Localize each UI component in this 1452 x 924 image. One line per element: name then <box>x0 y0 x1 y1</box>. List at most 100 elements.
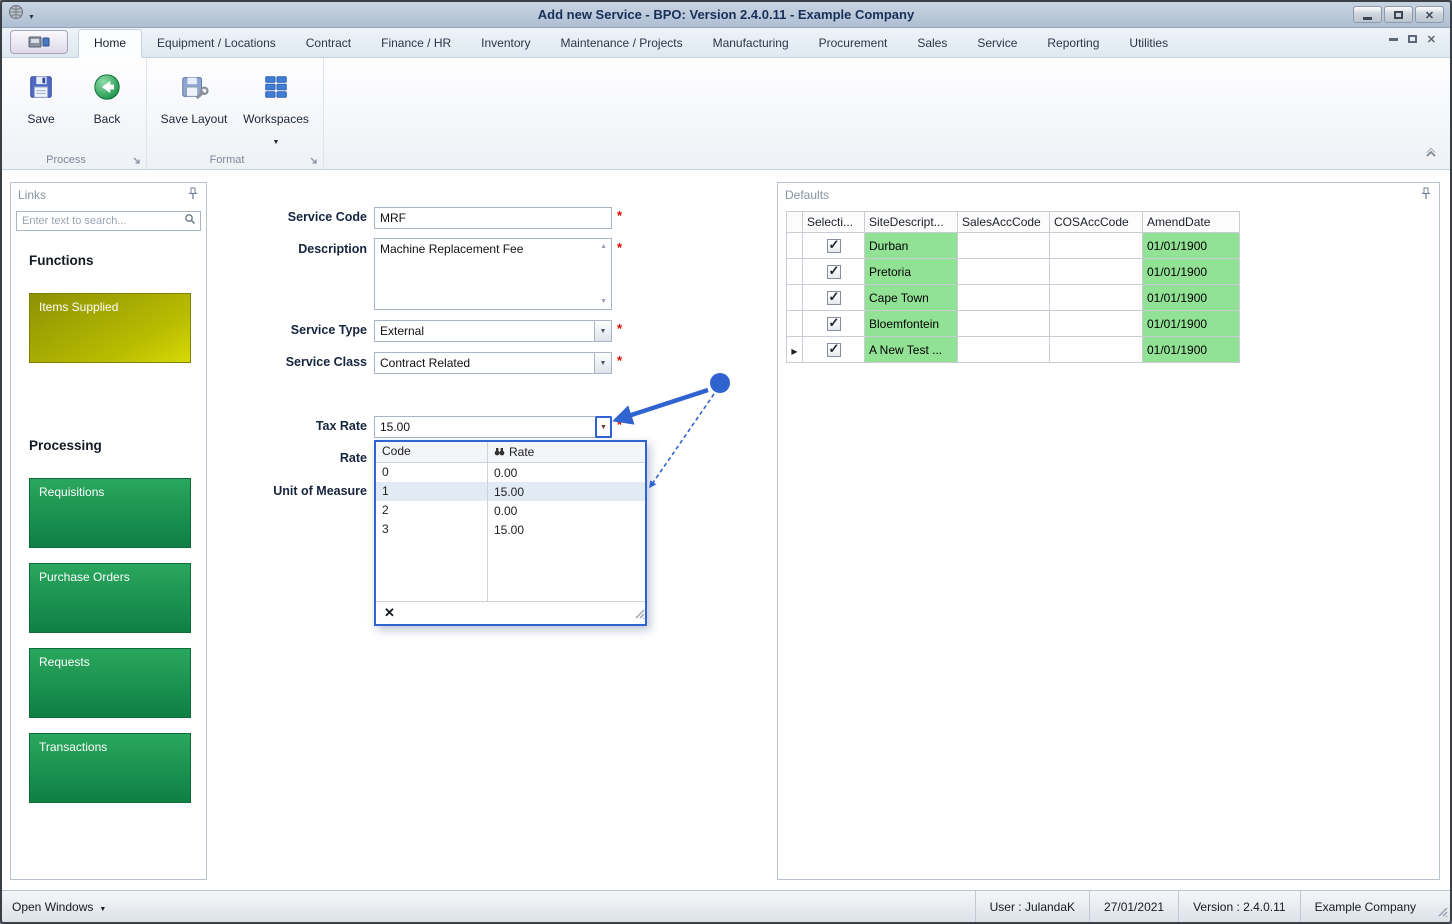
workspaces-button[interactable]: Workspaces <box>237 70 315 149</box>
service-type-combo[interactable]: External <box>374 320 612 342</box>
workspaces-dropdown-icon[interactable] <box>273 131 280 149</box>
find-icon <box>494 445 505 459</box>
tax-rate-combo[interactable]: 15.00 <box>374 416 612 438</box>
unit-of-measure-label: Unit of Measure <box>273 484 367 498</box>
app-window: Add new Service - BPO: Version 2.4.0.11 … <box>0 0 1452 924</box>
lookup-row[interactable]: 0 0.00 <box>376 463 645 482</box>
lookup-row-selected[interactable]: 1 15.00 <box>376 482 645 501</box>
tab-manufacturing[interactable]: Manufacturing <box>698 30 804 57</box>
workspace: Links Functions Items Supplied Processin… <box>2 170 1450 890</box>
column-sales-acc-code[interactable]: SalesAccCode <box>958 212 1050 233</box>
pin-icon[interactable] <box>1420 187 1432 203</box>
tab-service[interactable]: Service <box>962 30 1032 57</box>
tile-requests[interactable]: Requests <box>29 648 191 718</box>
lookup-row[interactable]: 2 0.00 <box>376 501 645 520</box>
format-dialog-launcher-icon[interactable] <box>309 154 320 165</box>
open-windows-button[interactable]: Open Windows <box>12 900 106 914</box>
status-date: 27/01/2021 <box>1089 891 1178 922</box>
tab-utilities[interactable]: Utilities <box>1114 30 1183 57</box>
save-label: Save <box>27 112 55 126</box>
defaults-row[interactable]: Cape Town 01/01/1900 <box>787 285 1240 311</box>
lookup-row[interactable]: 3 15.00 <box>376 520 645 539</box>
titlebar: Add new Service - BPO: Version 2.4.0.11 … <box>2 2 1450 28</box>
ribbon-tab-row: Home Equipment / Locations Contract Fina… <box>2 28 1450 58</box>
tax-rate-lookup-popup: Code Rate 0 0.00 1 15.00 2 0.00 3 15.00 … <box>374 440 647 626</box>
child-close-icon[interactable] <box>1427 30 1436 48</box>
links-search <box>16 211 201 231</box>
tax-rate-label: Tax Rate <box>315 419 367 433</box>
defaults-row[interactable]: Pretoria 01/01/1900 <box>787 259 1240 285</box>
description-textarea[interactable]: Machine Replacement Fee <box>374 238 612 310</box>
search-input[interactable] <box>17 215 184 227</box>
column-selection[interactable]: Selecti... <box>803 212 865 233</box>
process-dialog-launcher-icon[interactable] <box>132 154 143 165</box>
tab-finance-hr[interactable]: Finance / HR <box>366 30 466 57</box>
collapse-ribbon-icon[interactable] <box>1424 145 1438 163</box>
tab-reporting[interactable]: Reporting <box>1032 30 1114 57</box>
lookup-close-button[interactable] <box>384 604 395 622</box>
defaults-grid: Selecti... SiteDescript... SalesAccCode … <box>786 211 1240 363</box>
tab-home[interactable]: Home <box>78 29 143 58</box>
back-button[interactable]: Back <box>76 70 138 149</box>
required-marker: * <box>617 321 623 336</box>
service-code-input[interactable] <box>374 207 612 229</box>
service-type-dropdown-icon[interactable] <box>594 321 611 341</box>
application-menu-button[interactable] <box>10 30 68 54</box>
required-marker: * <box>617 240 623 255</box>
tile-transactions[interactable]: Transactions <box>29 733 191 803</box>
selection-checkbox[interactable] <box>826 263 841 279</box>
close-icon <box>1425 6 1434 24</box>
statusbar: Open Windows User : JulandaK 27/01/2021 … <box>2 890 1450 922</box>
window-resize-grip-icon[interactable] <box>1434 903 1448 920</box>
service-class-dropdown-icon[interactable] <box>594 353 611 373</box>
tab-maintenance-projects[interactable]: Maintenance / Projects <box>546 30 698 57</box>
defaults-panel-title: Defaults <box>785 188 830 202</box>
required-marker: * <box>617 353 623 368</box>
defaults-row[interactable]: Durban 01/01/1900 <box>787 233 1240 259</box>
scroll-down-icon[interactable] <box>600 298 607 305</box>
selection-checkbox[interactable] <box>826 289 841 305</box>
resize-grip-icon[interactable] <box>632 606 645 624</box>
app-icon <box>8 4 24 25</box>
column-amend-date[interactable]: AmendDate <box>1143 212 1240 233</box>
back-label: Back <box>93 112 121 126</box>
ribbon: Save Back Process Save Layout Workspaces… <box>2 58 1450 170</box>
pin-icon[interactable] <box>187 187 199 203</box>
selection-checkbox[interactable] <box>826 315 841 331</box>
functions-heading: Functions <box>29 253 94 268</box>
tab-contract[interactable]: Contract <box>291 30 366 57</box>
minimize-button[interactable] <box>1353 6 1382 23</box>
tab-inventory[interactable]: Inventory <box>466 30 545 57</box>
tab-sales[interactable]: Sales <box>902 30 962 57</box>
save-button[interactable]: Save <box>10 70 72 149</box>
ribbon-group-format-caption: Format <box>209 154 245 166</box>
tile-requisitions[interactable]: Requisitions <box>29 478 191 548</box>
bpo-logo-icon <box>28 36 50 48</box>
tax-rate-dropdown-icon[interactable] <box>595 416 612 438</box>
maximize-button[interactable] <box>1384 6 1413 23</box>
tile-purchase-orders[interactable]: Purchase Orders <box>29 563 191 633</box>
column-cos-acc-code[interactable]: COSAccCode <box>1050 212 1143 233</box>
lookup-column-rate[interactable]: Rate <box>488 442 645 462</box>
save-layout-label: Save Layout <box>160 112 228 126</box>
tab-equipment-locations[interactable]: Equipment / Locations <box>142 30 291 57</box>
close-button[interactable] <box>1415 6 1444 23</box>
lookup-column-code[interactable]: Code <box>376 442 488 462</box>
tab-procurement[interactable]: Procurement <box>804 30 903 57</box>
service-class-combo[interactable]: Contract Related <box>374 352 612 374</box>
defaults-row[interactable]: Bloemfontein 01/01/1900 <box>787 311 1240 337</box>
column-site-description[interactable]: SiteDescript... <box>865 212 958 233</box>
tile-items-supplied[interactable]: Items Supplied <box>29 293 191 363</box>
child-restore-icon[interactable] <box>1407 35 1417 43</box>
quick-access-caret-icon[interactable] <box>28 6 35 24</box>
child-minimize-icon[interactable] <box>1388 37 1398 41</box>
scroll-up-icon[interactable] <box>600 243 607 250</box>
search-icon[interactable] <box>184 212 196 230</box>
save-layout-icon <box>179 72 209 107</box>
save-layout-button[interactable]: Save Layout <box>155 70 233 149</box>
selection-checkbox[interactable] <box>826 237 841 253</box>
grid-header-row: Selecti... SiteDescript... SalesAccCode … <box>787 212 1240 233</box>
defaults-row-current[interactable]: A New Test ... 01/01/1900 <box>787 337 1240 363</box>
selection-checkbox[interactable] <box>826 341 841 357</box>
status-version: Version : 2.4.0.11 <box>1178 891 1300 922</box>
